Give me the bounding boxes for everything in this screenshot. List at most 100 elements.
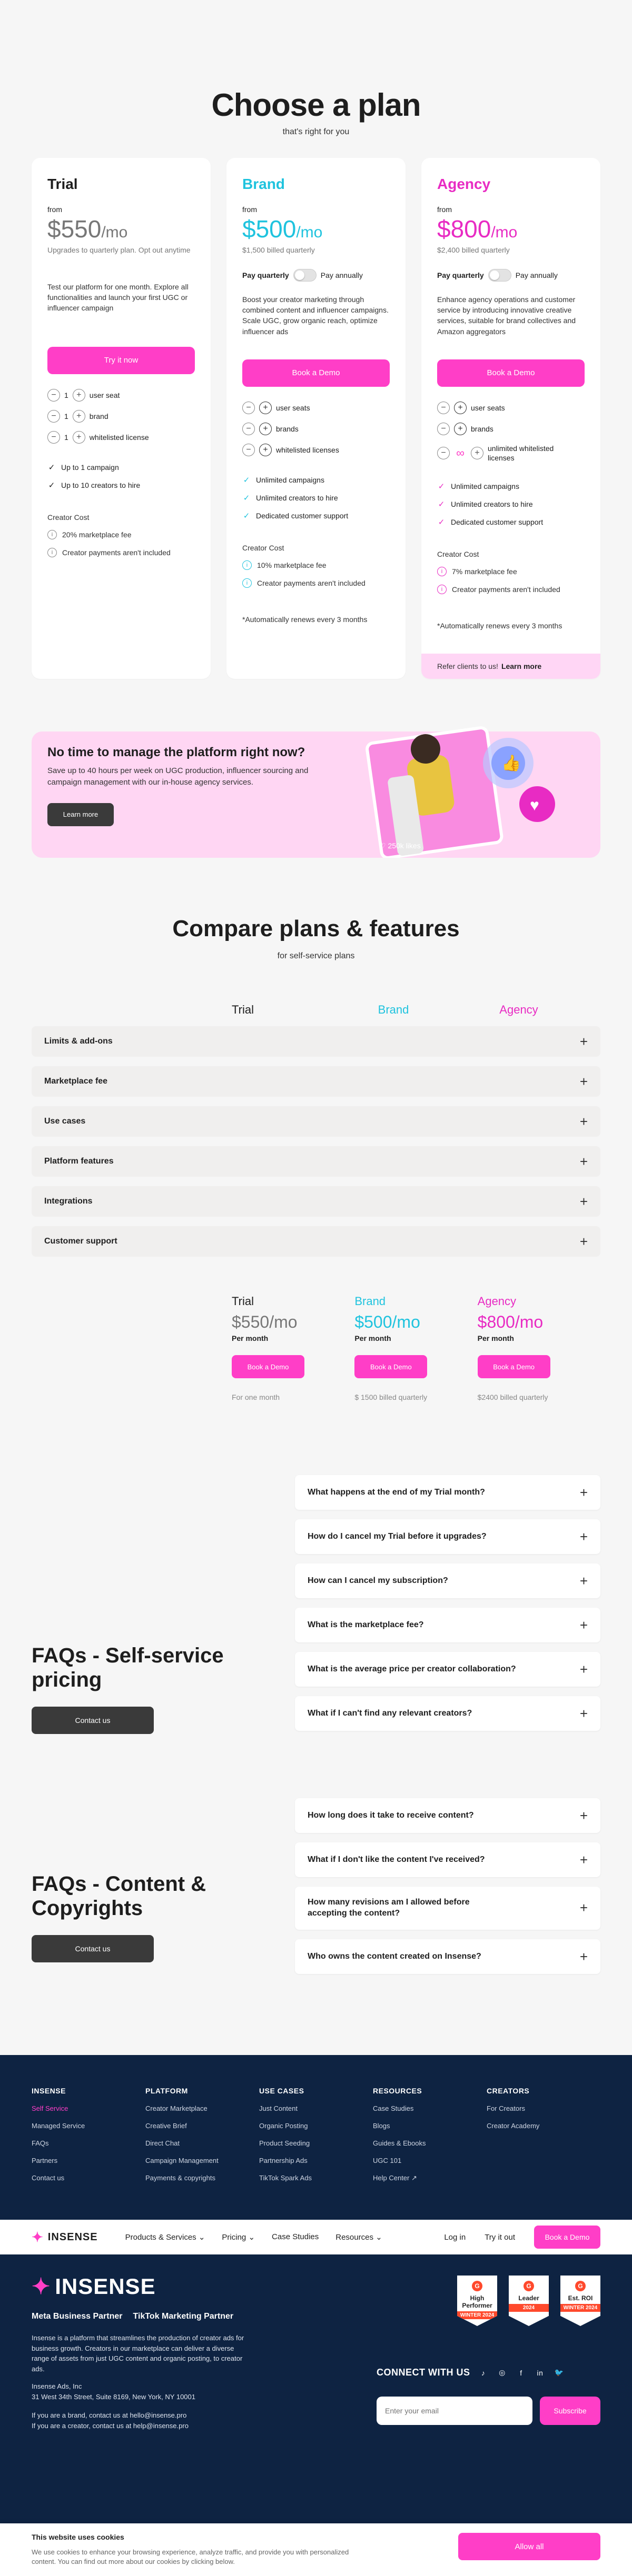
plus-icon[interactable]: + (471, 447, 483, 460)
creator-cost-title: Creator Cost (437, 550, 479, 559)
faq-item[interactable]: What happens at the end of my Trial mont… (295, 1475, 600, 1510)
check-icon: ✓ (48, 480, 55, 490)
plan-name: Agency (437, 176, 491, 192)
facebook-icon[interactable]: f (516, 2369, 527, 2377)
minus-icon[interactable]: − (47, 430, 60, 444)
minus-icon[interactable]: − (47, 409, 60, 423)
footer-link[interactable]: Creator Marketplace (145, 2104, 259, 2112)
learn-more-button[interactable]: Learn more (47, 803, 114, 826)
plus-icon[interactable]: + (259, 422, 272, 435)
faq-item[interactable]: How do I cancel my Trial before it upgra… (295, 1519, 600, 1554)
minus-icon[interactable]: − (242, 443, 255, 456)
footer-link[interactable]: Help Center ↗ (373, 2174, 487, 2182)
contact-us-button[interactable]: Contact us (32, 1935, 154, 1962)
plus-icon[interactable]: + (72, 430, 85, 444)
contact-us-button[interactable]: Contact us (32, 1707, 154, 1734)
accordion-limits[interactable]: Limits & add-ons + (32, 1026, 600, 1057)
minus-icon[interactable]: − (242, 422, 255, 435)
plus-icon[interactable]: + (454, 401, 467, 414)
footer-link[interactable]: FAQs (32, 2139, 145, 2147)
book-demo-button[interactable]: Book a Demo (477, 1355, 550, 1378)
faq-item[interactable]: How long does it take to receive content… (295, 1798, 600, 1833)
email-input[interactable] (377, 2397, 532, 2425)
faq-item[interactable]: Who owns the content created on Insense?… (295, 1939, 600, 1974)
book-demo-button[interactable]: Book a Demo (437, 359, 585, 387)
nav-case-studies[interactable]: Case Studies (272, 2232, 319, 2242)
footer-link[interactable]: Blogs (373, 2122, 487, 2130)
accordion-customer-support[interactable]: Customer support + (32, 1226, 600, 1257)
faq-item[interactable]: What if I can't find any relevant creato… (295, 1696, 600, 1731)
plan-price: $500/mo (242, 215, 323, 243)
plus-icon[interactable]: + (72, 388, 85, 402)
footer-link[interactable]: For Creators (487, 2104, 600, 2112)
plus-icon[interactable]: + (259, 401, 272, 414)
billing-toggle[interactable] (293, 268, 317, 282)
footer-link[interactable]: Campaign Management (145, 2157, 259, 2164)
allow-all-button[interactable]: Allow all (458, 2533, 600, 2560)
billing-toggle[interactable] (488, 268, 511, 282)
footer-link[interactable]: Self Service (32, 2104, 145, 2112)
subscribe-button[interactable]: Subscribe (540, 2397, 600, 2425)
footer-link[interactable]: Organic Posting (259, 2122, 373, 2130)
plus-icon[interactable]: + (259, 443, 272, 456)
accordion-use-cases[interactable]: Use cases + (32, 1106, 600, 1137)
linkedin-icon[interactable]: in (535, 2369, 546, 2377)
footer-link[interactable]: Partners (32, 2157, 145, 2164)
footer-link[interactable]: Product Seeding (259, 2139, 373, 2147)
nav-products[interactable]: Products & Services ⌄ (125, 2232, 205, 2242)
book-demo-button[interactable]: Book a Demo (232, 1355, 304, 1378)
footer-link[interactable]: Contact us (32, 2174, 145, 2182)
footer-link[interactable]: TikTok Spark Ads (259, 2174, 373, 2182)
learn-more-link[interactable]: Learn more (501, 662, 541, 670)
faq-item[interactable]: How can I cancel my subscription? + (295, 1563, 600, 1598)
feature-item: ✓ Dedicated customer support (438, 518, 544, 527)
book-demo-button[interactable]: Book a Demo (242, 359, 390, 387)
footer-link[interactable]: Direct Chat (145, 2139, 259, 2147)
address: 31 West 34th Street, Suite 8169, New Yor… (32, 2392, 195, 2401)
plus-icon[interactable]: + (72, 409, 85, 423)
minus-icon[interactable]: − (47, 388, 60, 402)
try-it-now-button[interactable]: Try it now (47, 346, 195, 374)
twitter-icon[interactable]: 🐦 (554, 2368, 565, 2377)
cost-item: i Creator payments aren't included (47, 547, 195, 557)
minus-icon[interactable]: − (437, 422, 450, 435)
plan-brand: Brand from $500/mo $1,500 billed quarter… (226, 158, 406, 679)
minus-icon[interactable]: − (437, 401, 450, 414)
footer-link[interactable]: Partnership Ads (259, 2157, 373, 2164)
faq-item[interactable]: What is the marketplace fee? + (295, 1608, 600, 1642)
footer-link[interactable]: UGC 101 (373, 2157, 487, 2164)
footer-link[interactable]: Creative Brief (145, 2122, 259, 2130)
accordion-marketplace-fee[interactable]: Marketplace fee + (32, 1066, 600, 1097)
about-text: Insense is a platform that streamlines t… (32, 2334, 244, 2373)
plan-price: $550/mo (47, 215, 128, 243)
footer-link[interactable]: Case Studies (373, 2104, 487, 2112)
logo[interactable]: ✦ INSENSE (32, 2229, 98, 2246)
login-link[interactable]: Log in (444, 2233, 466, 2242)
minus-icon[interactable]: − (242, 401, 255, 414)
accordion-platform-features[interactable]: Platform features + (32, 1146, 600, 1177)
faq-item[interactable]: What if I don't like the content I've re… (295, 1842, 600, 1877)
banner-text: Save up to 40 hours per week on UGC prod… (47, 766, 309, 787)
plus-icon[interactable]: + (454, 422, 467, 435)
addon-row: − ∞ + unlimited whitelisted licenses (437, 444, 585, 463)
try-it-out-link[interactable]: Try it out (485, 2233, 515, 2242)
footer-link[interactable]: Managed Service (32, 2122, 145, 2130)
faq-item[interactable]: What is the average price per creator co… (295, 1652, 600, 1687)
check-icon: ✓ (438, 482, 445, 492)
instagram-icon[interactable]: ◎ (497, 2368, 508, 2377)
nav-pricing[interactable]: Pricing ⌄ (222, 2232, 255, 2242)
footer-link[interactable]: Guides & Ebooks (373, 2139, 487, 2147)
footer-link[interactable]: Just Content (259, 2104, 373, 2112)
faq-item[interactable]: How many revisions am I allowed before a… (295, 1887, 600, 1930)
accordion-integrations[interactable]: Integrations + (32, 1186, 600, 1217)
feature-item: ✓ Up to 1 campaign (48, 463, 119, 472)
minus-icon[interactable]: − (437, 447, 450, 460)
creator-contact: If you are a creator, contact us at help… (32, 2421, 189, 2430)
nav-resources[interactable]: Resources ⌄ (335, 2232, 382, 2242)
book-demo-button[interactable]: Book a Demo (354, 1355, 428, 1378)
footer-link[interactable]: Creator Academy (487, 2122, 600, 2130)
footer-link[interactable]: Payments & copyrights (145, 2174, 259, 2182)
plus-icon: + (579, 1153, 588, 1169)
tiktok-icon[interactable]: ♪ (478, 2369, 489, 2377)
book-demo-button[interactable]: Book a Demo (534, 2226, 600, 2249)
